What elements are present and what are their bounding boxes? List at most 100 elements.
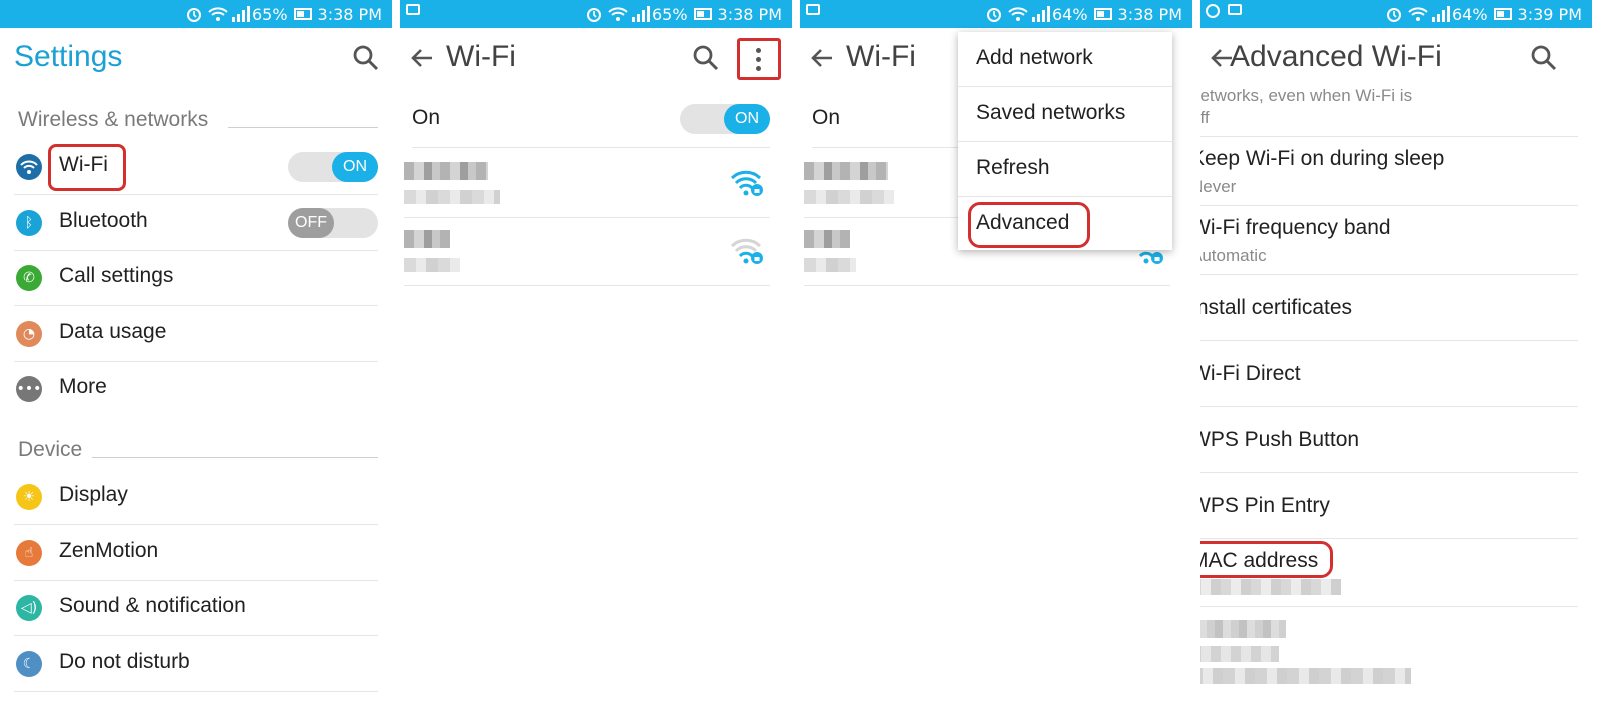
- wifi-status-icon: [608, 6, 628, 22]
- back-arrow-icon[interactable]: [408, 44, 436, 72]
- settings-item-label: Do not disturb: [59, 650, 190, 673]
- battery-icon: [293, 8, 312, 20]
- menu-item-saved-networks[interactable]: Saved networks: [958, 87, 1172, 142]
- adv-item-wifi-direct[interactable]: Wi-Fi Direct: [1200, 341, 1578, 407]
- wifi-menu-screen: 64% 3:38 PM Wi-Fi On Add network Saved n…: [800, 0, 1192, 711]
- highlight-advanced: [968, 202, 1090, 248]
- notification-icon: [1228, 4, 1242, 15]
- network-item[interactable]: [404, 150, 770, 218]
- settings-item-bluetooth[interactable]: ᛒ Bluetooth OFF: [14, 196, 378, 251]
- signal-icon: [230, 6, 250, 22]
- wifi-master-row[interactable]: On ON: [412, 90, 770, 148]
- status-bar: 65% 3:38 PM: [0, 0, 392, 28]
- status-bar: 64% 3:39 PM: [1200, 0, 1592, 28]
- adv-item-frequency-band[interactable]: Wi-Fi frequency band Automatic: [1200, 206, 1578, 275]
- signal-icon: [1030, 6, 1050, 22]
- redacted-network-status: [804, 190, 894, 204]
- notification-icon: [806, 4, 820, 15]
- wifi-toggle[interactable]: ON: [680, 104, 770, 134]
- adv-item-title: Wi-Fi Direct: [1200, 362, 1301, 385]
- redacted-network-status: [804, 258, 856, 272]
- wifi-signal-locked-icon: [730, 236, 764, 266]
- toggle-state: ON: [724, 104, 770, 134]
- adv-item-subtitle: Automatic: [1200, 246, 1267, 265]
- settings-item-more[interactable]: ••• More: [14, 362, 378, 417]
- section-rule: [228, 127, 378, 128]
- alarm-icon: [186, 6, 202, 22]
- clock: 3:38 PM: [1117, 4, 1182, 24]
- redacted-ip-line: [1200, 668, 1411, 684]
- data-usage-icon: ◔: [16, 321, 42, 347]
- partial-description-2: off: [1200, 108, 1210, 127]
- display-icon: ☀: [16, 484, 42, 510]
- redacted-network-name: [804, 230, 850, 248]
- settings-item-sound[interactable]: ◁) Sound & notification: [14, 581, 378, 636]
- search-icon[interactable]: [352, 44, 382, 74]
- redacted-network-name: [804, 162, 888, 180]
- menu-item-label: Refresh: [976, 156, 1050, 179]
- redacted-network-status: [404, 190, 500, 204]
- menu-item-add-network[interactable]: Add network: [958, 32, 1172, 87]
- settings-item-display[interactable]: ☀ Display: [14, 470, 378, 525]
- advanced-wifi-screen: 64% 3:39 PM Advanced Wi-Fi networks, eve…: [1200, 0, 1592, 711]
- highlight-overflow: [737, 38, 781, 80]
- settings-item-call[interactable]: ✆ Call settings: [14, 251, 378, 306]
- section-rule: [92, 457, 378, 458]
- settings-item-data-usage[interactable]: ◔ Data usage: [14, 307, 378, 362]
- redacted-network-name: [404, 230, 450, 248]
- search-icon[interactable]: [1530, 44, 1560, 74]
- page-title: Wi-Fi: [846, 40, 916, 73]
- page-title: Wi-Fi: [446, 40, 516, 73]
- adv-item-title: Keep Wi-Fi on during sleep: [1200, 147, 1445, 170]
- redacted-network-status: [404, 258, 460, 272]
- battery-percent: 64%: [1451, 4, 1488, 24]
- redacted-network-name: [404, 162, 488, 180]
- back-arrow-icon[interactable]: [808, 44, 836, 72]
- settings-item-zenmotion[interactable]: ☝ ZenMotion: [14, 526, 378, 581]
- redacted-ip-line: [1200, 646, 1279, 662]
- bluetooth-toggle[interactable]: OFF: [288, 208, 378, 238]
- settings-item-label: Call settings: [59, 264, 174, 287]
- toggle-state: ON: [332, 152, 378, 182]
- adv-item-keep-wifi[interactable]: Keep Wi-Fi on during sleep Never: [1200, 137, 1578, 206]
- adv-item-wps-push[interactable]: WPS Push Button: [1200, 407, 1578, 473]
- signal-icon: [1430, 6, 1450, 22]
- zenmotion-icon: ☝: [16, 540, 42, 566]
- settings-item-label: Display: [59, 483, 128, 506]
- wifi-status-icon: [1408, 6, 1428, 22]
- adv-item-install-certificates[interactable]: Install certificates: [1200, 275, 1578, 341]
- wifi-signal-locked-icon: [730, 168, 764, 198]
- settings-item-label: More: [59, 375, 107, 398]
- adv-item-title: WPS Push Button: [1200, 428, 1360, 451]
- search-icon[interactable]: [692, 44, 722, 74]
- adv-item-title: WPS Pin Entry: [1200, 494, 1330, 517]
- alarm-icon: [586, 6, 602, 22]
- settings-item-dnd[interactable]: ☾ Do not disturb: [14, 637, 378, 692]
- moon-icon: ☾: [16, 651, 42, 677]
- clock: 3:39 PM: [1517, 4, 1582, 24]
- on-label: On: [412, 106, 441, 129]
- battery-icon: [1093, 8, 1112, 20]
- highlight-wifi: [48, 144, 126, 191]
- battery-percent: 64%: [1051, 4, 1088, 24]
- adv-item-title: Wi-Fi frequency band: [1200, 216, 1391, 239]
- status-bar: 65% 3:38 PM: [400, 0, 792, 28]
- menu-item-label: Saved networks: [976, 101, 1126, 124]
- network-item[interactable]: [404, 218, 770, 286]
- settings-item-label: Sound & notification: [59, 594, 246, 617]
- wifi-icon: [16, 154, 42, 180]
- menu-item-refresh[interactable]: Refresh: [958, 142, 1172, 197]
- settings-item-label: ZenMotion: [59, 539, 159, 562]
- settings-item-label: Data usage: [59, 320, 167, 343]
- clock: 3:38 PM: [317, 4, 382, 24]
- adv-item-wps-pin[interactable]: WPS Pin Entry: [1200, 473, 1578, 539]
- wifi-toggle[interactable]: ON: [288, 152, 378, 182]
- adv-item-subtitle: Never: [1200, 177, 1237, 196]
- battery-icon: [1493, 8, 1512, 20]
- section-wireless: Wireless & networks: [18, 108, 209, 131]
- section-device: Device: [18, 438, 83, 461]
- settings-item-label: Bluetooth: [59, 209, 148, 232]
- adv-item-title: Install certificates: [1200, 296, 1353, 319]
- status-bar: 64% 3:38 PM: [800, 0, 1192, 28]
- wifi-status-icon: [1008, 6, 1028, 22]
